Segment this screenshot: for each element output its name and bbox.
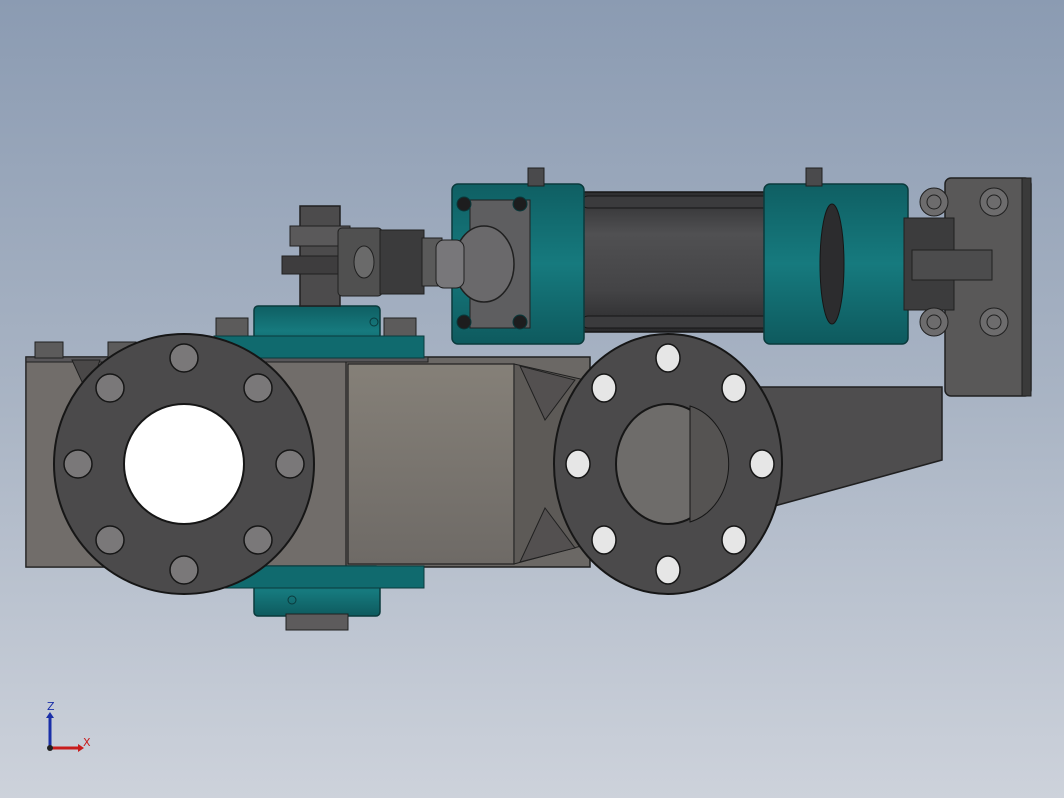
valve-assembly-model[interactable]: Z X: [0, 0, 1064, 798]
cad-viewport[interactable]: Z X: [0, 0, 1064, 798]
z-axis-label: Z: [47, 700, 55, 713]
pneumatic-cylinder[interactable]: [435, 167, 909, 345]
axis-triad: Z X: [46, 700, 91, 752]
right-flange[interactable]: [553, 333, 783, 595]
x-axis-label: X: [83, 736, 91, 749]
stem-coupling[interactable]: [281, 205, 443, 307]
left-flange[interactable]: [53, 333, 315, 595]
